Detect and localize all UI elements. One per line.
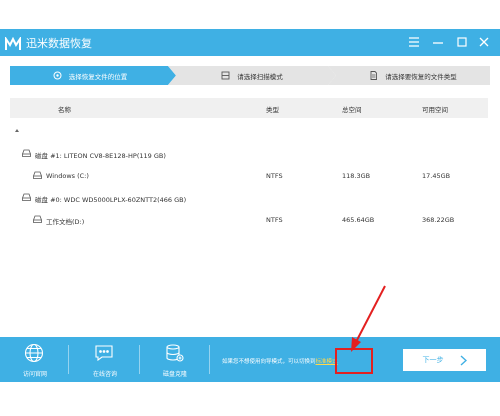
partition-name: Windows (C:) <box>46 172 89 180</box>
collapse-icon[interactable] <box>15 129 19 132</box>
partition-name: 工作文档(D:) <box>46 218 85 226</box>
location-icon <box>53 71 62 80</box>
mode-switch-hint: 如果您不想使用向导模式，可以切换到标准模式 <box>222 357 338 365</box>
next-button[interactable]: 下一步 <box>403 349 486 371</box>
file-type-icon <box>369 71 378 80</box>
disk-icon <box>22 193 31 201</box>
step-label: 请选择扫描模式 <box>237 72 283 81</box>
disk-clone-icon <box>164 343 184 363</box>
menu-icon[interactable] <box>406 34 422 50</box>
disk-row[interactable]: 磁盘 #1: LITEON CV8-8E128-HP(119 GB) <box>10 147 488 161</box>
footer-button-label: 访问官网 <box>22 371 47 378</box>
partition-free: 368.22GB <box>422 216 455 224</box>
partition-type: NTFS <box>266 216 283 224</box>
scan-mode-icon <box>221 71 230 80</box>
table-header: 名称 类型 总空间 可用空间 <box>10 98 488 118</box>
maximize-icon[interactable] <box>454 34 470 50</box>
partition-icon <box>33 215 42 223</box>
partition-type: NTFS <box>266 172 283 180</box>
step-file-type[interactable]: 请选择要恢复的文件类型 <box>336 66 490 85</box>
step-label: 选择恢复文件的位置 <box>68 72 128 81</box>
step-label: 请选择要恢复的文件类型 <box>385 72 457 81</box>
partition-total: 465.64GB <box>342 216 375 224</box>
app-title: 迅米数据恢复 <box>26 37 92 50</box>
hint-text: 如果您不想使用向导模式，可以切换到 <box>222 359 316 365</box>
partition-total: 118.3GB <box>342 172 371 180</box>
online-consult-button[interactable]: 在线咨询 <box>83 337 127 382</box>
disk-name: 磁盘 #1: LITEON CV8-8E128-HP(119 GB) <box>35 152 166 160</box>
close-icon[interactable] <box>476 34 492 50</box>
partition-row[interactable]: 工作文档(D:) NTFS 465.64GB 368.22GB <box>10 213 488 227</box>
partition-icon <box>33 171 42 179</box>
step-scan-mode[interactable]: 请选择扫描模式 <box>176 66 328 85</box>
disk-clone-button[interactable]: 磁盘克隆 <box>153 337 197 382</box>
footer-button-label: 在线咨询 <box>92 371 117 378</box>
chevron-right-icon <box>460 354 467 366</box>
globe-icon <box>24 343 44 363</box>
minimize-icon[interactable] <box>430 34 446 50</box>
partition-row[interactable]: Windows (C:) NTFS 118.3GB 17.45GB <box>10 169 488 183</box>
header-type[interactable]: 类型 <box>266 104 279 114</box>
app-logo-icon <box>5 35 21 50</box>
visit-website-button[interactable]: 访问官网 <box>13 337 57 382</box>
header-free[interactable]: 可用空间 <box>422 104 448 114</box>
step-location[interactable]: 选择恢复文件的位置 <box>10 66 170 85</box>
footer-divider <box>139 345 140 374</box>
step-wizard: 选择恢复文件的位置 请选择扫描模式 请选择要恢复的文件类型 <box>10 66 490 85</box>
next-button-label: 下一步 <box>422 356 444 364</box>
partition-free: 17.45GB <box>422 172 451 180</box>
footer-divider <box>209 345 210 374</box>
disk-row[interactable]: 磁盘 #0: WDC WD5000LPLX-60ZNTT2(466 GB) <box>10 191 488 205</box>
disk-icon <box>22 149 31 157</box>
title-bar: 迅米数据恢复 <box>0 29 500 56</box>
disk-name: 磁盘 #0: WDC WD5000LPLX-60ZNTT2(466 GB) <box>35 196 187 204</box>
header-total[interactable]: 总空间 <box>342 104 362 114</box>
footer-button-label: 磁盘克隆 <box>162 371 187 378</box>
footer-divider <box>68 345 69 374</box>
header-name[interactable]: 名称 <box>58 104 71 114</box>
annotation-highlight-box <box>335 348 373 374</box>
chat-icon <box>94 343 114 363</box>
